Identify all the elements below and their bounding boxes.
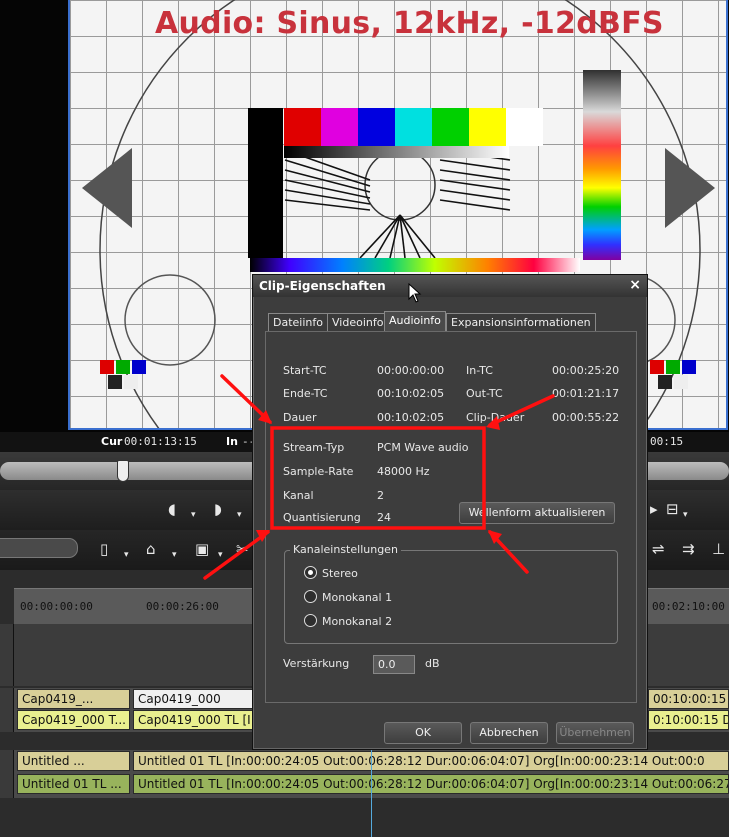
- gain-input[interactable]: 0.0: [373, 655, 415, 674]
- search-field[interactable]: [0, 538, 78, 558]
- prop-value-start-tc: 00:00:00:00: [377, 364, 445, 377]
- chevron-down-icon[interactable]: ▾: [218, 550, 223, 560]
- prop-value-out-tc: 00:01:21:17: [552, 387, 620, 400]
- prop-value-quantisierung: 24: [377, 511, 391, 524]
- testcard-title: Audio: Sinus, 12kHz, -12dBFS: [155, 6, 664, 41]
- rgb-block-left: [100, 360, 146, 390]
- gain-unit: dB: [425, 657, 440, 670]
- prop-value-dauer: 00:10:02:05: [377, 411, 445, 424]
- prop-label-sample-rate: Sample-Rate: [283, 465, 354, 478]
- color-bar-magenta: [321, 108, 358, 146]
- cut-icon[interactable]: ✂: [236, 540, 249, 558]
- close-icon[interactable]: ×: [629, 277, 641, 293]
- tab-videoinfo[interactable]: Videoinfo: [327, 313, 389, 332]
- prop-label-clip-dauer: Clip-Dauer: [466, 411, 525, 424]
- clip-cap-video-right[interactable]: 00:10:00:15: [648, 689, 729, 709]
- dialog-titlebar[interactable]: Clip-Eigenschaften ×: [253, 275, 647, 297]
- split-icon[interactable]: ⊟: [666, 500, 679, 518]
- ruler-mark-0: 00:00:00:00: [20, 600, 93, 613]
- apply-button[interactable]: Übernehmen: [556, 722, 634, 744]
- clip-cap-audio-main[interactable]: Cap0419_000 TL [I: [133, 710, 253, 730]
- chevron-down-icon[interactable]: ▾: [191, 510, 196, 520]
- in-label: In: [226, 435, 238, 448]
- timeline-cursor[interactable]: [371, 750, 372, 837]
- clip-cap-video-head[interactable]: Cap0419_...: [17, 689, 130, 709]
- clip-untitled-audio-head[interactable]: Untitled 01 TL ...: [17, 774, 130, 794]
- color-bar-white: [506, 108, 543, 146]
- chevron-down-icon[interactable]: ▾: [124, 550, 129, 560]
- clip-untitled-video-main[interactable]: Untitled 01 TL [In:00:00:24:05 Out:00:06…: [133, 751, 729, 771]
- radio-label-monokanal-2[interactable]: Monokanal 2: [322, 615, 392, 628]
- clip-untitled-video-head[interactable]: Untitled ...: [17, 751, 130, 771]
- update-waveform-button[interactable]: Wellenform aktualisieren: [459, 502, 615, 524]
- vertical-rainbow: [583, 70, 621, 260]
- radio-monokanal-1[interactable]: [304, 590, 317, 603]
- radio-stereo[interactable]: [304, 566, 317, 579]
- clip-cap-video-selected[interactable]: Cap0419_000: [133, 689, 253, 709]
- ruler-mark-1: 00:00:26:00: [146, 600, 219, 613]
- tab-expansionsinformationen[interactable]: Expansionsinformationen: [446, 313, 596, 332]
- right-triangle: [665, 148, 715, 228]
- chevron-down-icon[interactable]: ▾: [237, 510, 242, 520]
- color-bar-cyan: [395, 108, 432, 146]
- right-timecode: 00:15: [650, 435, 684, 448]
- prop-label-kanal: Kanal: [283, 489, 314, 502]
- prop-label-in-tc: In-TC: [466, 364, 493, 377]
- snap-icon[interactable]: ⊥: [712, 540, 725, 558]
- prop-value-stream-typ: PCM Wave audio: [377, 441, 469, 454]
- rgb-block-right: [650, 360, 696, 390]
- save-icon[interactable]: ▣: [195, 540, 209, 558]
- prop-value-kanal: 2: [377, 489, 384, 502]
- gain-label: Verstärkung: [283, 657, 350, 670]
- color-bar-green: [432, 108, 469, 146]
- prop-label-start-tc: Start-TC: [283, 364, 327, 377]
- tab-audioinfo[interactable]: Audioinfo: [384, 311, 446, 332]
- mark-out-icon[interactable]: ◗: [214, 500, 222, 518]
- playhead-handle[interactable]: [117, 460, 129, 482]
- mouse-pointer-icon: [408, 283, 422, 303]
- arrange-icon[interactable]: ⇉: [682, 540, 695, 558]
- open-project-icon[interactable]: ⌂: [146, 540, 156, 558]
- prop-label-stream-typ: Stream-Typ: [283, 441, 345, 454]
- prop-label-quantisierung: Quantisierung: [283, 511, 361, 524]
- dialog-title: Clip-Eigenschaften: [259, 279, 386, 293]
- chevron-down-icon[interactable]: ▾: [683, 510, 688, 520]
- track-header-cap[interactable]: [0, 688, 14, 732]
- clip-cap-audio-right[interactable]: 0:10:00:15 Dur: [648, 710, 729, 730]
- horizontal-rainbow: [250, 258, 580, 272]
- left-triangle: [82, 148, 132, 228]
- mark-in-icon[interactable]: ◖: [168, 500, 176, 518]
- color-bar-red: [284, 108, 321, 146]
- chevron-down-icon[interactable]: ▾: [172, 550, 177, 560]
- cur-label: Cur: [101, 435, 123, 448]
- track-header-untitled[interactable]: [0, 750, 14, 798]
- cancel-button[interactable]: Abbrechen: [470, 722, 548, 744]
- prop-label-dauer: Dauer: [283, 411, 317, 424]
- clip-properties-dialog: Clip-Eigenschaften × Dateiinfo Videoinfo…: [252, 274, 648, 750]
- color-bar-yellow: [469, 108, 506, 146]
- tab-dateiinfo[interactable]: Dateiinfo: [268, 313, 328, 332]
- color-bar-blue: [358, 108, 395, 146]
- track-header-empty[interactable]: [0, 624, 14, 686]
- ripple-icon[interactable]: ⇌: [652, 540, 665, 558]
- black-bar: [248, 108, 283, 258]
- tool-icon-right[interactable]: ▸: [650, 500, 658, 518]
- radio-monokanal-2[interactable]: [304, 614, 317, 627]
- new-file-icon[interactable]: ▯: [100, 540, 108, 558]
- radio-label-monokanal-1[interactable]: Monokanal 1: [322, 591, 392, 604]
- prop-label-ende-tc: Ende-TC: [283, 387, 328, 400]
- prop-value-sample-rate: 48000 Hz: [377, 465, 430, 478]
- prop-label-out-tc: Out-TC: [466, 387, 503, 400]
- prop-value-ende-tc: 00:10:02:05: [377, 387, 445, 400]
- ruler-mark-2: 00:02:10:00: [652, 600, 725, 613]
- clip-cap-audio-head[interactable]: Cap0419_000 T...: [17, 710, 130, 730]
- grey-ramp: [284, 146, 509, 158]
- ok-button[interactable]: OK: [384, 722, 462, 744]
- channel-settings-label: Kanaleinstellungen: [290, 543, 401, 556]
- cur-timecode: 00:01:13:15: [124, 435, 197, 448]
- prop-value-in-tc: 00:00:25:20: [552, 364, 620, 377]
- radio-label-stereo[interactable]: Stereo: [322, 567, 358, 580]
- clip-untitled-audio-main[interactable]: Untitled 01 TL [In:00:00:24:05 Out:00:06…: [133, 774, 729, 794]
- prop-value-clip-dauer: 00:00:55:22: [552, 411, 620, 424]
